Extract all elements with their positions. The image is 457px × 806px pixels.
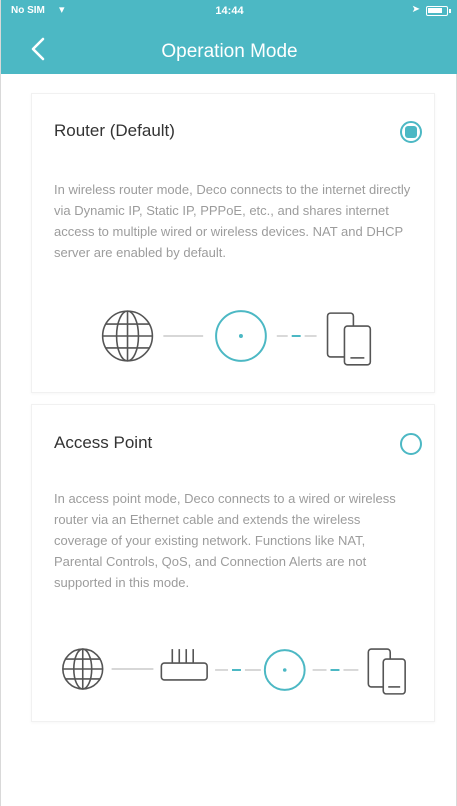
option-title: Access Point	[54, 433, 153, 452]
globe-icon	[62, 648, 104, 690]
header-bar: No SIM ▾ 14:44 ➤ Operation Mode	[1, 0, 457, 74]
status-bar: No SIM ▾ 14:44 ➤	[1, 0, 457, 22]
globe-icon	[101, 310, 154, 362]
deco-icon	[215, 310, 267, 362]
status-time: 14:44	[215, 5, 244, 17]
router-mode-option[interactable]: Router (Default) In wireless router mode…	[31, 93, 435, 393]
option-title: Router (Default)	[54, 121, 175, 140]
option-description: In wireless router mode, Deco connects t…	[54, 182, 411, 260]
option-description: In access point mode, Deco connects to a…	[54, 491, 396, 590]
battery-icon	[426, 6, 451, 16]
page-title: Operation Mode	[161, 41, 298, 62]
screen: No SIM ▾ 14:44 ➤ Operation Mode Router (…	[0, 0, 457, 806]
router-mode-diagram	[32, 306, 434, 366]
router-icon	[160, 649, 208, 681]
radio-selected[interactable]	[400, 121, 422, 143]
location-icon: ➤	[411, 4, 420, 15]
devices-icon	[326, 312, 372, 366]
deco-icon	[263, 649, 306, 691]
access-point-diagram	[32, 639, 434, 699]
devices-icon	[367, 648, 406, 695]
access-point-mode-option[interactable]: Access Point In access point mode, Deco …	[31, 404, 435, 722]
radio-unselected[interactable]	[400, 433, 422, 455]
